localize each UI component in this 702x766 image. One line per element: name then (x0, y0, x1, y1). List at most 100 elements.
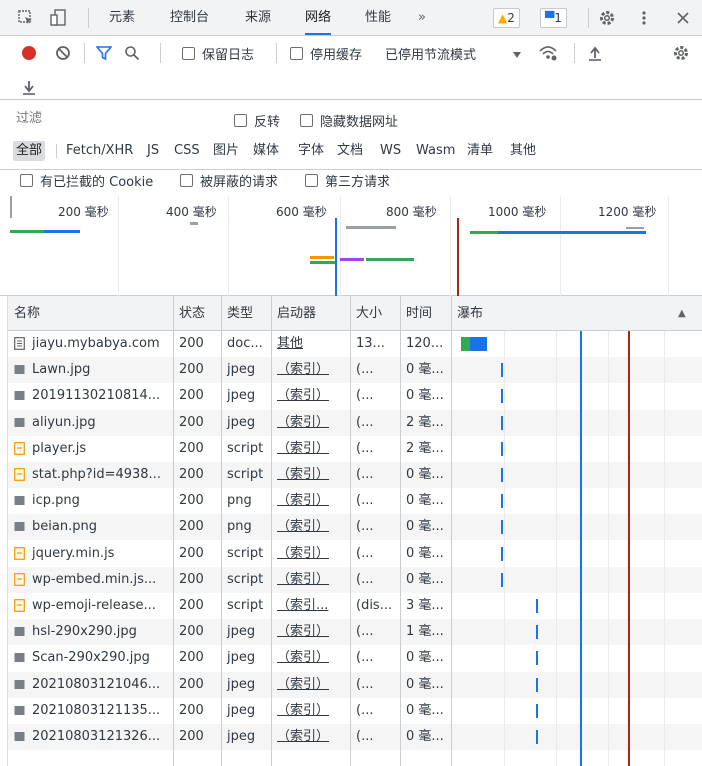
column-header-time[interactable]: 时间 (400, 296, 432, 331)
table-row[interactable]: wp-emoji-release... 200 script （索引... (dis..… (8, 593, 702, 619)
disable-cache-checkbox[interactable] (290, 47, 303, 60)
table-cell[interactable]: （索引） (271, 357, 350, 383)
cell-initiator[interactable]: （索引） (277, 572, 329, 587)
cell-initiator[interactable]: （索引） (277, 467, 329, 482)
cell-initiator[interactable]: （索引） (277, 703, 329, 718)
blocked-requests-checkbox[interactable] (180, 174, 193, 187)
close-icon[interactable] (676, 11, 690, 25)
table-cell[interactable]: （索引） (271, 462, 350, 488)
cell-initiator[interactable]: （索引... (277, 598, 328, 613)
filter-type-media[interactable]: 媒体 (253, 141, 279, 161)
table-row[interactable]: Scan-290x290.jpg 200 jpeg （索引） (... 0 毫... (8, 645, 702, 671)
tab-performance[interactable]: 性能 (365, 0, 391, 36)
invert-checkbox[interactable] (234, 114, 247, 127)
table-row[interactable]: 20210803121135... 200 jpeg （索引） (... 0 毫... (8, 698, 702, 724)
filter-type-wasm[interactable]: Wasm (416, 141, 455, 161)
cell-initiator[interactable]: 其他 (277, 336, 303, 351)
record-button[interactable] (22, 46, 36, 60)
blocked-cookies-checkbox[interactable] (20, 174, 33, 187)
network-conditions-icon[interactable] (538, 44, 558, 62)
cell-initiator[interactable]: （索引） (277, 415, 329, 430)
preserve-log-checkbox[interactable] (182, 47, 195, 60)
table-cell[interactable]: （索引） (271, 672, 350, 698)
sort-ascending-icon[interactable]: ▲ (678, 308, 686, 319)
search-icon[interactable] (124, 45, 140, 61)
table-cell[interactable]: （索引） (271, 698, 350, 724)
column-header-waterfall[interactable]: 瀑布 (451, 296, 483, 331)
import-har-icon[interactable] (588, 45, 602, 61)
table-cell[interactable]: （索引） (271, 488, 350, 514)
table-cell[interactable]: （索引） (271, 567, 350, 593)
table-row[interactable]: 20191130210814... 200 jpeg （索引） (... 0 毫... (8, 383, 702, 409)
table-row[interactable]: jquery.min.js 200 script （索引） (... 0 毫... (8, 541, 702, 567)
filter-type-img[interactable]: 图片 (213, 141, 239, 161)
table-cell[interactable]: （索引） (271, 645, 350, 671)
overview-left-handle[interactable] (10, 196, 12, 218)
table-row[interactable]: wp-embed.min.js... 200 script （索引） (... 0 毫..… (8, 566, 702, 593)
filter-type-ws[interactable]: WS (380, 141, 401, 161)
throttling-select[interactable]: 已停用节流模式 (385, 44, 476, 63)
cell-initiator[interactable]: （索引） (277, 362, 329, 377)
clear-icon[interactable] (55, 45, 71, 61)
third-party-checkbox[interactable] (305, 174, 318, 187)
table-row[interactable]: stat.php?id=4938... 200 script （索引） (... 0 毫.… (8, 462, 702, 488)
table-row[interactable]: 20210803121326... 200 jpeg （索引） (... 0 毫... (8, 724, 702, 750)
messages-badge[interactable]: ▀1 (540, 8, 567, 28)
column-header-type[interactable]: 类型 (221, 296, 253, 331)
table-row[interactable]: hsl-290x290.jpg 200 jpeg （索引） (... 1 毫... (8, 619, 702, 646)
filter-input[interactable] (10, 106, 218, 130)
table-cell[interactable]: （索引） (271, 724, 350, 750)
filter-type-css[interactable]: CSS (174, 141, 200, 161)
column-header-size[interactable]: 大小 (350, 296, 382, 331)
table-cell[interactable]: （索引） (271, 514, 350, 540)
filter-type-other[interactable]: 其他 (510, 141, 536, 161)
filter-type-doc[interactable]: 文档 (337, 141, 363, 161)
cell-initiator[interactable]: （索引） (277, 388, 329, 403)
table-cell[interactable]: 其他 (271, 331, 350, 357)
cell-initiator[interactable]: （索引） (277, 729, 329, 744)
table-cell[interactable]: （索引... (271, 593, 350, 619)
cell-initiator[interactable]: （索引） (277, 493, 329, 508)
chevron-down-icon[interactable] (512, 48, 522, 58)
table-cell[interactable]: （索引） (271, 619, 350, 645)
cell-initiator[interactable]: （索引） (277, 624, 329, 639)
table-row[interactable]: icp.png 200 png （索引） (... 0 毫... (8, 488, 702, 514)
cell-initiator[interactable]: （索引） (277, 546, 329, 561)
filter-type-js[interactable]: JS (147, 141, 159, 161)
cell-initiator[interactable]: （索引） (277, 519, 329, 534)
table-row[interactable]: player.js 200 script （索引） (... 2 毫... (8, 436, 702, 462)
cell-initiator[interactable]: （索引） (277, 441, 329, 456)
tab-network[interactable]: 网络 (305, 0, 332, 35)
cell-initiator[interactable]: （索引） (277, 650, 329, 665)
filter-type-all[interactable]: 全部 (13, 141, 46, 161)
warnings-badge[interactable]: ▲2 (493, 8, 520, 28)
tab-console[interactable]: 控制台 (170, 0, 209, 36)
export-har-icon[interactable] (22, 79, 36, 95)
settings-gear-icon[interactable] (598, 9, 616, 27)
tab-sources[interactable]: 来源 (245, 0, 271, 36)
table-cell[interactable]: （索引） (271, 436, 350, 462)
table-row[interactable]: beian.png 200 png （索引） (... 0 毫... (8, 514, 702, 541)
filter-type-manifest[interactable]: 清单 (467, 141, 493, 161)
column-header-initiator[interactable]: 启动器 (271, 296, 316, 331)
filter-type-font[interactable]: 字体 (298, 141, 324, 161)
table-row[interactable]: aliyun.jpg 200 jpeg （索引） (... 2 毫... (8, 409, 702, 436)
table-row[interactable]: jiayu.mybabya.com 200 doc... 其他 13... 120... (8, 331, 702, 357)
filter-icon[interactable] (95, 45, 113, 61)
inspect-element-icon[interactable] (18, 10, 34, 26)
tab-elements[interactable]: 元素 (109, 0, 135, 36)
filter-type-xhr[interactable]: Fetch/XHR (66, 141, 133, 161)
hide-data-urls-checkbox[interactable] (300, 114, 313, 127)
column-header-name[interactable]: 名称 (8, 296, 40, 331)
table-row[interactable]: Lawn.jpg 200 jpeg （索引） (... 0 毫... (8, 357, 702, 384)
table-cell[interactable]: （索引） (271, 410, 350, 436)
network-settings-gear-icon[interactable] (672, 44, 690, 62)
cell-initiator[interactable]: （索引） (277, 677, 329, 692)
table-row[interactable]: 20210803121046... 200 jpeg （索引） (... 0 毫... (8, 671, 702, 698)
device-toolbar-icon[interactable] (50, 9, 68, 27)
more-options-icon[interactable] (640, 9, 648, 27)
table-cell[interactable]: （索引） (271, 383, 350, 409)
table-cell[interactable]: （索引） (271, 541, 350, 567)
more-tabs-button[interactable]: » (418, 0, 426, 36)
column-header-status[interactable]: 状态 (173, 296, 205, 331)
